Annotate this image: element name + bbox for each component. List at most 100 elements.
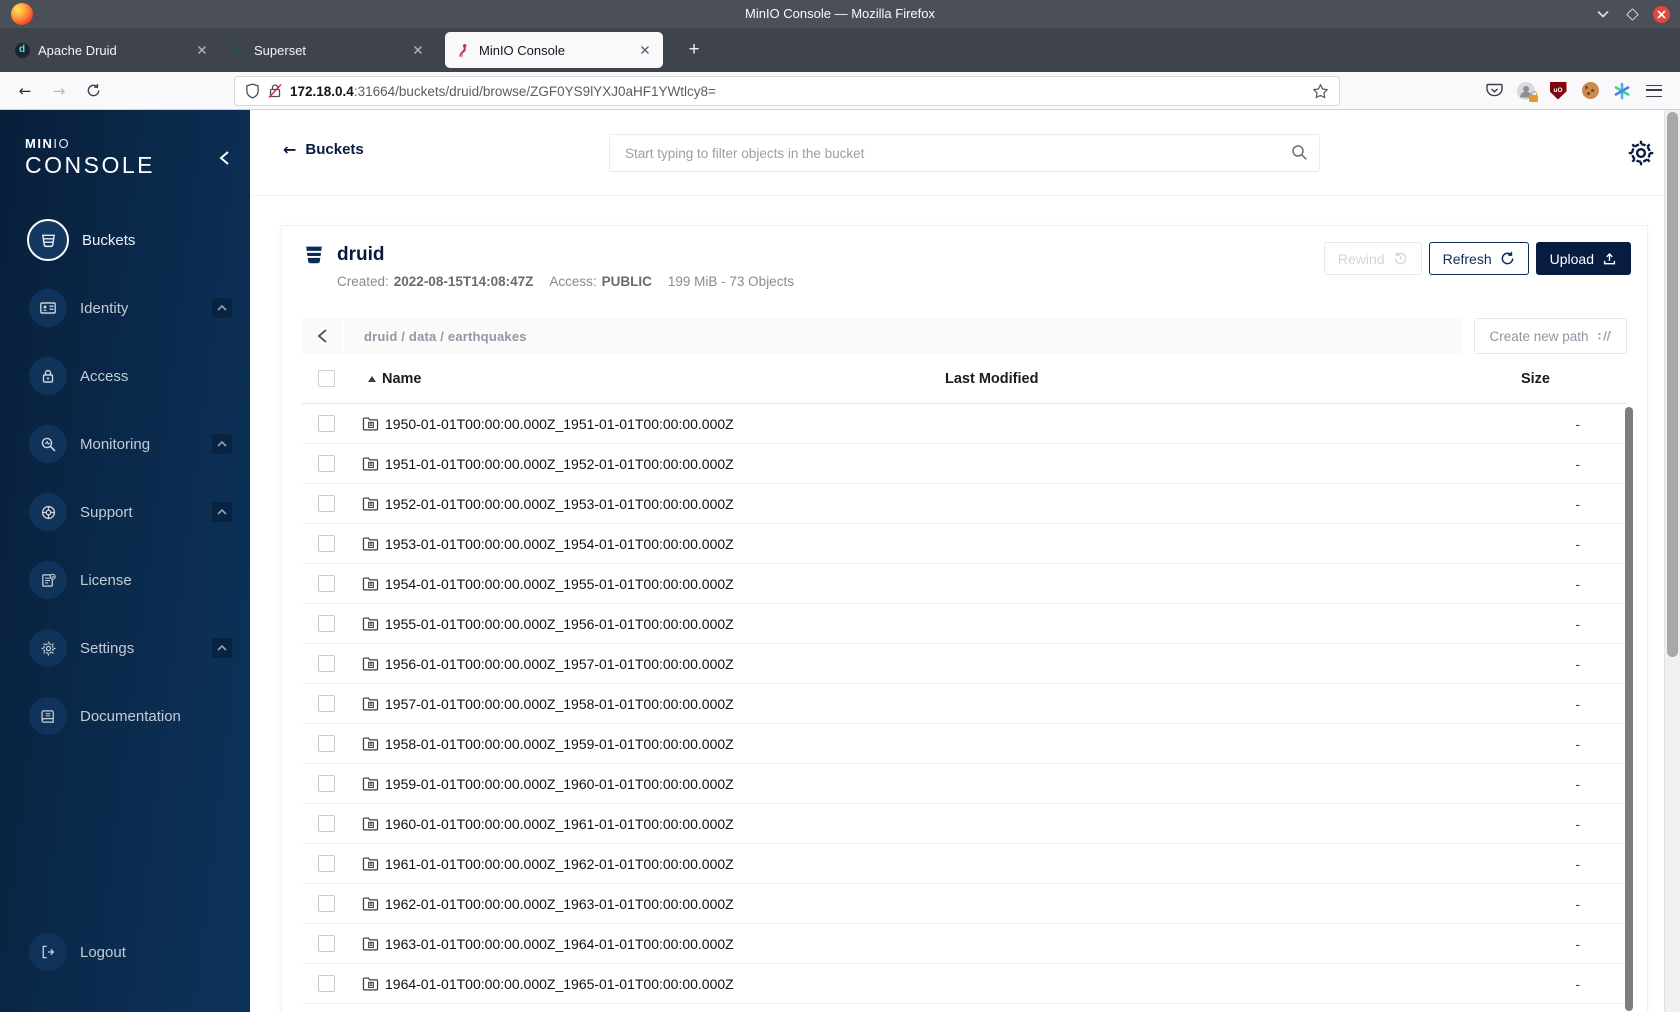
object-name[interactable]: 1963-01-01T00:00:00.000Z_1964-01-01T00:0… [385,936,734,952]
ublock-origin-icon[interactable]: uO [1546,79,1570,103]
object-name[interactable]: 1961-01-01T00:00:00.000Z_1962-01-01T00:0… [385,856,734,872]
tab-close-icon[interactable] [637,42,653,58]
table-row[interactable]: 1954-01-01T00:00:00.000Z_1955-01-01T00:0… [302,564,1627,604]
chevron-up-icon[interactable] [212,434,232,454]
row-checkbox[interactable] [318,455,335,472]
object-name[interactable]: 1962-01-01T00:00:00.000Z_1963-01-01T00:0… [385,896,734,912]
table-row[interactable]: 1958-01-01T00:00:00.000Z_1959-01-01T00:0… [302,724,1627,764]
tab-close-icon[interactable] [410,42,426,58]
row-checkbox[interactable] [318,975,335,992]
sort-ascending-icon[interactable] [368,375,376,382]
new-tab-button[interactable]: + [680,36,708,64]
select-all-checkbox[interactable] [318,370,335,387]
row-checkbox[interactable] [318,895,335,912]
table-row[interactable]: 1952-01-01T00:00:00.000Z_1953-01-01T00:0… [302,484,1627,524]
row-checkbox[interactable] [318,495,335,512]
row-checkbox[interactable] [318,655,335,672]
column-name[interactable]: Name [382,371,422,387]
url-bar[interactable]: 172.18.0.4:31664/buckets/druid/browse/ZG… [234,76,1340,106]
row-checkbox[interactable] [318,855,335,872]
refresh-button[interactable]: Refresh [1428,242,1529,275]
close-icon[interactable] [1653,5,1670,23]
back-to-buckets-button[interactable]: ← Buckets [283,141,364,158]
row-checkbox[interactable] [318,415,335,432]
create-new-path-button[interactable]: Create new path [1474,318,1627,354]
table-row[interactable]: 1961-01-01T00:00:00.000Z_1962-01-01T00:0… [302,844,1627,884]
upload-button[interactable]: Upload [1535,242,1631,275]
table-row[interactable]: 1955-01-01T00:00:00.000Z_1956-01-01T00:0… [302,604,1627,644]
row-checkbox[interactable] [318,535,335,552]
menu-icon[interactable] [1642,79,1666,103]
table-row[interactable]: 1960-01-01T00:00:00.000Z_1961-01-01T00:0… [302,804,1627,844]
object-name[interactable]: 1951-01-01T00:00:00.000Z_1952-01-01T00:0… [385,456,734,472]
sidebar-item-support[interactable]: Support [0,478,250,546]
sidebar-item-monitoring[interactable]: Monitoring [0,410,250,478]
chevron-up-icon[interactable] [212,638,232,658]
object-name[interactable]: 1964-01-01T00:00:00.000Z_1965-01-01T00:0… [385,976,734,992]
tab-superset[interactable]: ∞ Superset [220,28,436,72]
column-last-modified[interactable]: Last Modified [945,371,1365,387]
row-checkbox[interactable] [318,575,335,592]
tab-close-icon[interactable] [194,42,210,58]
rewind-button[interactable]: Rewind [1323,242,1422,275]
tracking-shield-icon[interactable] [245,83,260,99]
maximize-icon[interactable] [1624,6,1640,22]
table-row[interactable]: 1962-01-01T00:00:00.000Z_1963-01-01T00:0… [302,884,1627,924]
url-text[interactable]: 172.18.0.4:31664/buckets/druid/browse/ZG… [290,84,1304,99]
row-checkbox[interactable] [318,815,335,832]
page-scrollbar[interactable] [1664,110,1680,1012]
consent-extension-icon[interactable] [1610,79,1634,103]
page-scrollbar-thumb[interactable] [1667,112,1678,657]
logout-button[interactable]: Logout [0,918,250,986]
back-icon[interactable]: ← [10,77,40,105]
breadcrumb[interactable]: druid / data / earthquakes [344,329,527,344]
insecure-lock-icon[interactable] [268,83,282,99]
sidebar-item-buckets[interactable]: Buckets [0,206,250,274]
row-checkbox[interactable] [318,935,335,952]
table-row[interactable]: 1957-01-01T00:00:00.000Z_1958-01-01T00:0… [302,684,1627,724]
object-name[interactable]: 1957-01-01T00:00:00.000Z_1958-01-01T00:0… [385,696,734,712]
object-name[interactable]: 1950-01-01T00:00:00.000Z_1951-01-01T00:0… [385,416,734,432]
column-size[interactable]: Size [1365,371,1627,387]
sidebar-item-documentation[interactable]: Documentation [0,682,250,750]
object-name[interactable]: 1958-01-01T00:00:00.000Z_1959-01-01T00:0… [385,736,734,752]
table-row[interactable]: 1959-01-01T00:00:00.000Z_1960-01-01T00:0… [302,764,1627,804]
sidebar-item-license[interactable]: License [0,546,250,614]
object-name[interactable]: 1959-01-01T00:00:00.000Z_1960-01-01T00:0… [385,776,734,792]
row-checkbox[interactable] [318,735,335,752]
row-checkbox[interactable] [318,695,335,712]
sidebar-collapse-icon[interactable] [219,150,230,166]
reload-icon[interactable] [78,77,108,105]
chevron-up-icon[interactable] [212,298,232,318]
path-back-button[interactable] [302,318,344,354]
settings-gear-icon[interactable] [1626,138,1656,168]
minimize-icon[interactable] [1595,6,1611,22]
filter-objects-input[interactable] [609,134,1320,172]
table-row[interactable]: 1953-01-01T00:00:00.000Z_1954-01-01T00:0… [302,524,1627,564]
sidebar-item-settings[interactable]: Settings [0,614,250,682]
object-name[interactable]: 1954-01-01T00:00:00.000Z_1955-01-01T00:0… [385,576,734,592]
sidebar-item-access[interactable]: Access [0,342,250,410]
table-row[interactable]: 1950-01-01T00:00:00.000Z_1951-01-01T00:0… [302,404,1627,444]
object-name[interactable]: 1960-01-01T00:00:00.000Z_1961-01-01T00:0… [385,816,734,832]
pocket-icon[interactable] [1482,79,1506,103]
object-name[interactable]: 1952-01-01T00:00:00.000Z_1953-01-01T00:0… [385,496,734,512]
table-row[interactable]: 1956-01-01T00:00:00.000Z_1957-01-01T00:0… [302,644,1627,684]
tab-apache-druid[interactable]: d Apache Druid [4,28,220,72]
table-row[interactable]: 1963-01-01T00:00:00.000Z_1964-01-01T00:0… [302,924,1627,964]
chevron-up-icon[interactable] [212,502,232,522]
row-checkbox[interactable] [318,615,335,632]
object-name[interactable]: 1955-01-01T00:00:00.000Z_1956-01-01T00:0… [385,616,734,632]
cookie-extension-icon[interactable] [1578,79,1602,103]
profile-lock-icon[interactable] [1514,79,1538,103]
row-checkbox[interactable] [318,775,335,792]
table-scrollbar[interactable] [1625,407,1633,1011]
forward-icon[interactable]: → [44,77,74,105]
table-row[interactable]: 1951-01-01T00:00:00.000Z_1952-01-01T00:0… [302,444,1627,484]
bookmark-star-icon[interactable] [1312,83,1329,100]
sidebar-item-identity[interactable]: Identity [0,274,250,342]
tab-minio-console[interactable]: MinIO Console [445,32,663,68]
object-name[interactable]: 1956-01-01T00:00:00.000Z_1957-01-01T00:0… [385,656,734,672]
table-row[interactable]: 1964-01-01T00:00:00.000Z_1965-01-01T00:0… [302,964,1627,1004]
object-name[interactable]: 1953-01-01T00:00:00.000Z_1954-01-01T00:0… [385,536,734,552]
